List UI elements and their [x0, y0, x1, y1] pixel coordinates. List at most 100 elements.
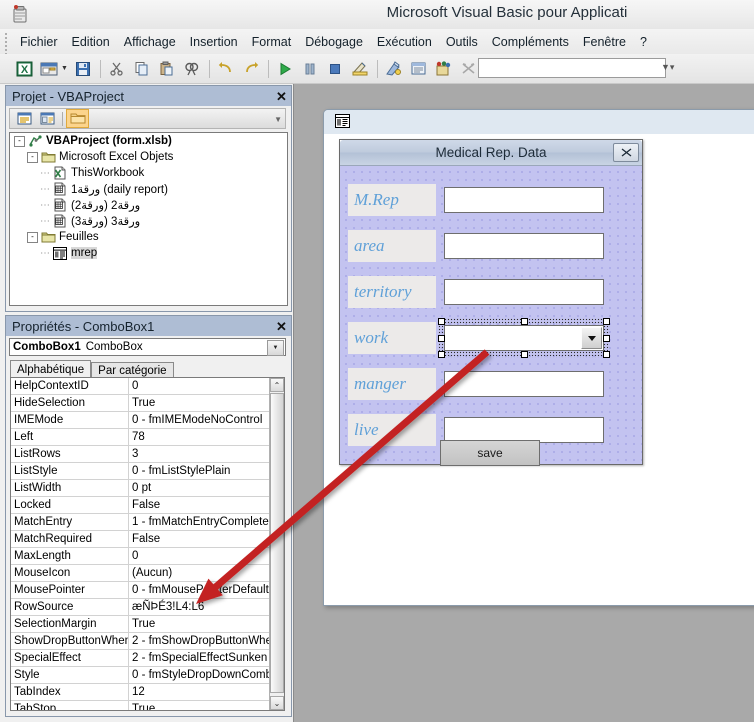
- property-row[interactable]: MaxLength 0: [11, 548, 269, 565]
- menu-item-format[interactable]: Format: [245, 31, 299, 53]
- property-value[interactable]: 0 - fmStyleDropDownCombo: [129, 667, 269, 683]
- scroll-up-icon[interactable]: ⌃: [270, 378, 284, 392]
- textbox-manger[interactable]: [444, 371, 604, 397]
- property-value[interactable]: 78: [129, 429, 269, 445]
- resize-handle[interactable]: [438, 334, 445, 342]
- property-row[interactable]: TabIndex 12: [11, 684, 269, 701]
- textbox-m-rep[interactable]: [444, 187, 604, 213]
- tree-node[interactable]: - VBAProject (form.xlsb): [10, 133, 287, 149]
- view-object-icon[interactable]: [36, 109, 59, 128]
- properties-window-icon[interactable]: [407, 57, 431, 81]
- project-toolbar-overflow-icon[interactable]: ▼: [274, 115, 282, 124]
- property-value[interactable]: False: [129, 497, 269, 513]
- resize-handle[interactable]: [603, 318, 610, 325]
- field-label[interactable]: M.Rep: [348, 184, 436, 216]
- property-row[interactable]: SelectionMargin True: [11, 616, 269, 633]
- tree-node[interactable]: ⋯ ورقة3 (ورقة3): [10, 213, 287, 229]
- property-value[interactable]: (Aucun): [129, 565, 269, 581]
- resize-handle[interactable]: [520, 351, 528, 358]
- undo-icon[interactable]: [214, 57, 238, 81]
- resize-handle[interactable]: [438, 318, 445, 325]
- property-row[interactable]: Style 0 - fmStyleDropDownCombo: [11, 667, 269, 684]
- property-value[interactable]: 12: [129, 684, 269, 700]
- object-selector-combo[interactable]: ComboBox1 ComboBox ▼: [9, 338, 286, 356]
- property-value[interactable]: 2 - fmSpecialEffectSunken: [129, 650, 269, 666]
- property-row[interactable]: ListWidth 0 pt: [11, 480, 269, 497]
- property-row[interactable]: TabStop True: [11, 701, 269, 710]
- property-value[interactable]: 3: [129, 446, 269, 462]
- menu-item-affichage[interactable]: Affichage: [117, 31, 183, 53]
- designer-canvas[interactable]: Medical Rep. Data M.Rep area territory work…: [324, 134, 754, 605]
- project-tree[interactable]: - VBAProject (form.xlsb) - Microsoft Excel …: [9, 132, 288, 306]
- tree-node[interactable]: ⋯ ورقة2 (ورقة2): [10, 197, 287, 213]
- menubar-grip[interactable]: [4, 33, 8, 55]
- menu-item-outils[interactable]: Outils: [439, 31, 485, 53]
- resize-handle[interactable]: [520, 318, 528, 325]
- property-value[interactable]: True: [129, 395, 269, 411]
- field-label[interactable]: territory: [348, 276, 436, 308]
- menu-item-compl-ments[interactable]: Compléments: [485, 31, 576, 53]
- property-row[interactable]: ListRows 3: [11, 446, 269, 463]
- close-icon[interactable]: [613, 143, 639, 162]
- property-row[interactable]: RowSource æÑÞÉ3!L4:L6: [11, 599, 269, 616]
- resize-handle[interactable]: [438, 351, 445, 358]
- property-value[interactable]: 0 pt: [129, 480, 269, 496]
- resize-handle[interactable]: [603, 351, 610, 358]
- properties-scrollbar[interactable]: ⌃ ⌄: [269, 378, 284, 710]
- run-icon[interactable]: [273, 57, 297, 81]
- menu-item-d-bogage[interactable]: Débogage: [298, 31, 370, 53]
- menu-item-edition[interactable]: Edition: [65, 31, 117, 53]
- paste-icon[interactable]: [155, 57, 179, 81]
- resize-handle[interactable]: [603, 334, 610, 342]
- property-row[interactable]: MousePointer 0 - fmMousePointerDefault: [11, 582, 269, 599]
- properties-tab[interactable]: Par catégorie: [91, 362, 174, 378]
- tree-node[interactable]: ⋯ ThisWorkbook: [10, 165, 287, 181]
- property-row[interactable]: MouseIcon (Aucun): [11, 565, 269, 582]
- field-label[interactable]: live: [348, 414, 436, 446]
- userform-canvas[interactable]: M.Rep area territory work manger live save: [340, 166, 642, 466]
- property-value[interactable]: 0: [129, 548, 269, 564]
- field-label[interactable]: area: [348, 230, 436, 262]
- find-icon[interactable]: [180, 57, 204, 81]
- cut-icon[interactable]: [105, 57, 129, 81]
- userform[interactable]: Medical Rep. Data M.Rep area territory work…: [339, 139, 643, 466]
- save-icon[interactable]: [71, 57, 95, 81]
- toolbar-overflow-icon[interactable]: ▼▾: [661, 62, 674, 73]
- object-browser-icon[interactable]: [432, 57, 456, 81]
- property-value[interactable]: æÑÞÉ3!L4:L6: [129, 599, 269, 615]
- redo-icon[interactable]: [239, 57, 263, 81]
- close-icon[interactable]: ✕: [274, 89, 289, 104]
- design-mode-icon[interactable]: [348, 57, 372, 81]
- insert-userform-icon[interactable]: [37, 57, 61, 81]
- chevron-down-icon[interactable]: ▼: [61, 65, 68, 72]
- property-value[interactable]: 1 - fmMatchEntryComplete: [129, 514, 269, 530]
- toggle-folders-icon[interactable]: [66, 109, 89, 128]
- field-label[interactable]: work: [348, 322, 436, 354]
- tree-expander-icon[interactable]: -: [27, 231, 38, 243]
- property-value[interactable]: False: [129, 531, 269, 547]
- property-row[interactable]: SpecialEffect 2 - fmSpecialEffectSunken: [11, 650, 269, 667]
- tree-node[interactable]: - Feuilles: [10, 229, 287, 245]
- property-row[interactable]: IMEMode 0 - fmIMEModeNoControl: [11, 412, 269, 429]
- property-row[interactable]: HelpContextID 0: [11, 378, 269, 395]
- tree-expander-icon[interactable]: -: [14, 135, 25, 147]
- view-code-icon[interactable]: [13, 109, 36, 128]
- scrollbar-thumb[interactable]: [270, 393, 284, 693]
- properties-grid[interactable]: HelpContextID 0 HideSelection True IMEMode 0 …: [10, 377, 285, 711]
- property-row[interactable]: ShowDropButtonWhen 2 - fmShowDropButtonWh…: [11, 633, 269, 650]
- property-value[interactable]: 0 - fmListStylePlain: [129, 463, 269, 479]
- property-value[interactable]: True: [129, 616, 269, 632]
- property-value[interactable]: 0: [129, 378, 269, 394]
- reset-icon[interactable]: [323, 57, 347, 81]
- save-button[interactable]: save: [440, 440, 540, 466]
- tree-node[interactable]: ⋯ ورقة1 (daily report): [10, 181, 287, 197]
- property-row[interactable]: HideSelection True: [11, 395, 269, 412]
- toolbar-search-input[interactable]: [478, 58, 666, 78]
- break-icon[interactable]: [298, 57, 322, 81]
- property-row[interactable]: MatchEntry 1 - fmMatchEntryComplete: [11, 514, 269, 531]
- tree-node[interactable]: - Microsoft Excel Objets: [10, 149, 287, 165]
- textbox-area[interactable]: [444, 233, 604, 259]
- property-row[interactable]: Left 78: [11, 429, 269, 446]
- close-icon[interactable]: ✕: [274, 319, 289, 334]
- field-label[interactable]: manger: [348, 368, 436, 400]
